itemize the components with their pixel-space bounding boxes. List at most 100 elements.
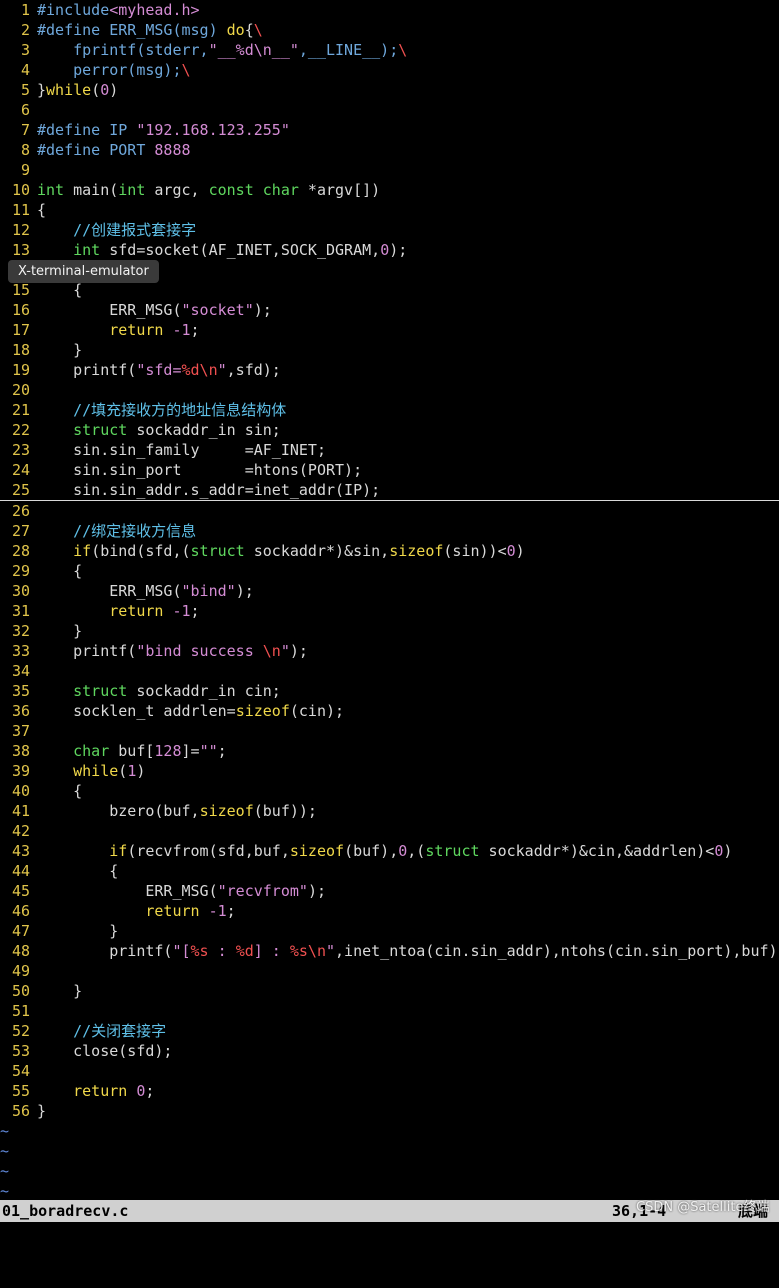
code-line[interactable]: 43 if(recvfrom(sfd,buf,sizeof(buf),0,(st… bbox=[0, 841, 779, 861]
code-line[interactable]: 4 perror(msg);\ bbox=[0, 60, 779, 80]
code-token: 1 bbox=[127, 762, 137, 780]
code-line[interactable]: 22 struct sockaddr_in sin; bbox=[0, 420, 779, 440]
code-line[interactable]: 31 return -1; bbox=[0, 601, 779, 621]
code-line[interactable]: 34 bbox=[0, 661, 779, 681]
code-line[interactable]: 55 return 0; bbox=[0, 1081, 779, 1101]
code-token: ,inet_ntoa(cin.sin_addr),ntohs(cin.sin_p… bbox=[335, 942, 778, 960]
code-text: fprintf(stderr,"__%d\n__",__LINE__);\ bbox=[37, 41, 407, 59]
code-text: #define IP "192.168.123.255" bbox=[37, 121, 290, 139]
code-line[interactable]: 5 }while(0) bbox=[0, 80, 779, 100]
code-line[interactable]: 38 char buf[128]=""; bbox=[0, 741, 779, 761]
code-line[interactable]: 13 int sfd=socket(AF_INET,SOCK_DGRAM,0); bbox=[0, 240, 779, 260]
line-number: 37 bbox=[11, 722, 30, 740]
code-token: return bbox=[109, 321, 164, 339]
code-line[interactable]: 28 if(bind(sfd,(struct sockaddr*)&sin,si… bbox=[0, 541, 779, 561]
code-token: while bbox=[46, 81, 92, 99]
vim-editor[interactable]: 1 #include<myhead.h> 2 #define ERR_MSG(msg)… bbox=[0, 0, 779, 1200]
line-number: 12 bbox=[11, 221, 30, 239]
code-token: //关闭套接字 bbox=[73, 1022, 167, 1040]
code-line[interactable]: 10 int main(int argc, const char *argv[]) bbox=[0, 180, 779, 200]
code-token: "sfd= bbox=[136, 361, 182, 379]
code-line[interactable]: 24 sin.sin_port =htons(PORT); bbox=[0, 460, 779, 480]
code-line[interactable]: 35 struct sockaddr_in cin; bbox=[0, 681, 779, 701]
line-number: 31 bbox=[11, 602, 30, 620]
code-text: sin.sin_addr.s_addr=inet_addr(IP); bbox=[37, 481, 380, 499]
code-text: { bbox=[37, 782, 82, 800]
code-token: return bbox=[145, 902, 200, 920]
code-text: return -1; bbox=[37, 321, 199, 339]
code-token: } bbox=[37, 922, 119, 940]
code-line[interactable]: 23 sin.sin_family =AF_INET; bbox=[0, 440, 779, 460]
code-line[interactable]: 30 ERR_MSG("bind"); bbox=[0, 581, 779, 601]
code-line[interactable]: 18 } bbox=[0, 340, 779, 360]
code-text: //创建报式套接字 bbox=[37, 221, 196, 239]
code-line[interactable]: 8 #define PORT 8888 bbox=[0, 140, 779, 160]
code-token: \ bbox=[398, 41, 408, 59]
code-text: //绑定接收方信息 bbox=[37, 522, 196, 540]
code-line[interactable]: 6 bbox=[0, 100, 779, 120]
code-line[interactable]: 36 socklen_t addrlen=sizeof(cin); bbox=[0, 701, 779, 721]
code-text: ERR_MSG("recvfrom"); bbox=[37, 882, 326, 900]
code-line-cursor[interactable]: 25 sin.sin_addr.s_addr=inet_addr(IP); bbox=[0, 480, 779, 501]
code-token: -1 bbox=[172, 321, 191, 339]
code-line[interactable]: 44 { bbox=[0, 861, 779, 881]
code-line[interactable]: 56} bbox=[0, 1101, 779, 1121]
code-line[interactable]: 15 { bbox=[0, 280, 779, 300]
code-token: return bbox=[73, 1082, 128, 1100]
code-line[interactable]: 3 fprintf(stderr,"__%d\n__",__LINE__);\ bbox=[0, 40, 779, 60]
code-text: sin.sin_family =AF_INET; bbox=[37, 441, 326, 459]
code-line[interactable]: 49 bbox=[0, 961, 779, 981]
code-line[interactable]: 29 { bbox=[0, 561, 779, 581]
code-text: ERR_MSG("bind"); bbox=[37, 582, 254, 600]
code-token: \ bbox=[181, 61, 191, 79]
line-number: 35 bbox=[11, 682, 30, 700]
code-text: struct sockaddr_in cin; bbox=[37, 682, 281, 700]
code-token: { bbox=[37, 862, 119, 880]
code-line[interactable]: 39 while(1) bbox=[0, 761, 779, 781]
line-number: 20 bbox=[11, 381, 30, 399]
code-line[interactable]: 16 ERR_MSG("socket"); bbox=[0, 300, 779, 320]
code-line[interactable]: 42 bbox=[0, 821, 779, 841]
code-line[interactable]: 12 //创建报式套接字 bbox=[0, 220, 779, 240]
code-token: sockaddr_in sin; bbox=[127, 421, 281, 439]
code-line[interactable]: 37 bbox=[0, 721, 779, 741]
line-number: 10 bbox=[11, 181, 30, 199]
code-line[interactable]: 7 #define IP "192.168.123.255" bbox=[0, 120, 779, 140]
code-line[interactable]: 26 bbox=[0, 501, 779, 521]
code-text: ERR_MSG("socket"); bbox=[37, 301, 272, 319]
code-line[interactable]: 45 ERR_MSG("recvfrom"); bbox=[0, 881, 779, 901]
code-token: "192.168.123.255" bbox=[136, 121, 290, 139]
code-line[interactable]: 9 bbox=[0, 160, 779, 180]
code-token: -1 bbox=[208, 902, 227, 920]
code-line[interactable]: 19 printf("sfd=%d\n",sfd); bbox=[0, 360, 779, 380]
code-line[interactable]: 54 bbox=[0, 1061, 779, 1081]
code-text: }while(0) bbox=[37, 81, 118, 99]
code-line[interactable]: 40 { bbox=[0, 781, 779, 801]
code-token: ,( bbox=[407, 842, 426, 860]
code-line[interactable]: 47 } bbox=[0, 921, 779, 941]
code-line[interactable]: 51 bbox=[0, 1001, 779, 1021]
code-line[interactable]: 20 bbox=[0, 380, 779, 400]
code-line[interactable]: 46 return -1; bbox=[0, 901, 779, 921]
code-token: 8888 bbox=[154, 141, 191, 159]
code-line[interactable]: 53 close(sfd); bbox=[0, 1041, 779, 1061]
code-line[interactable]: 32 } bbox=[0, 621, 779, 641]
code-token: socklen_t addrlen= bbox=[37, 702, 236, 720]
code-line[interactable]: 21 //填充接收方的地址信息结构体 bbox=[0, 400, 779, 420]
code-line[interactable]: 41 bzero(buf,sizeof(buf)); bbox=[0, 801, 779, 821]
code-line[interactable]: 33 printf("bind success \n"); bbox=[0, 641, 779, 661]
code-line[interactable]: 52 //关闭套接字 bbox=[0, 1021, 779, 1041]
line-number: 5 bbox=[20, 81, 30, 99]
code-line[interactable]: 2 #define ERR_MSG(msg) do{\ bbox=[0, 20, 779, 40]
code-line[interactable]: 50 } bbox=[0, 981, 779, 1001]
code-line[interactable]: 1 #include<myhead.h> bbox=[0, 0, 779, 20]
code-token: ( bbox=[118, 762, 128, 780]
code-token: while bbox=[73, 762, 119, 780]
code-token: ,__LINE__); bbox=[298, 41, 399, 59]
code-line[interactable]: 11 { bbox=[0, 200, 779, 220]
code-line[interactable]: 27 //绑定接收方信息 bbox=[0, 521, 779, 541]
code-line[interactable]: 48 printf("[%s : %d] : %s\n",inet_ntoa(c… bbox=[0, 941, 779, 961]
code-line[interactable]: 17 return -1; bbox=[0, 320, 779, 340]
